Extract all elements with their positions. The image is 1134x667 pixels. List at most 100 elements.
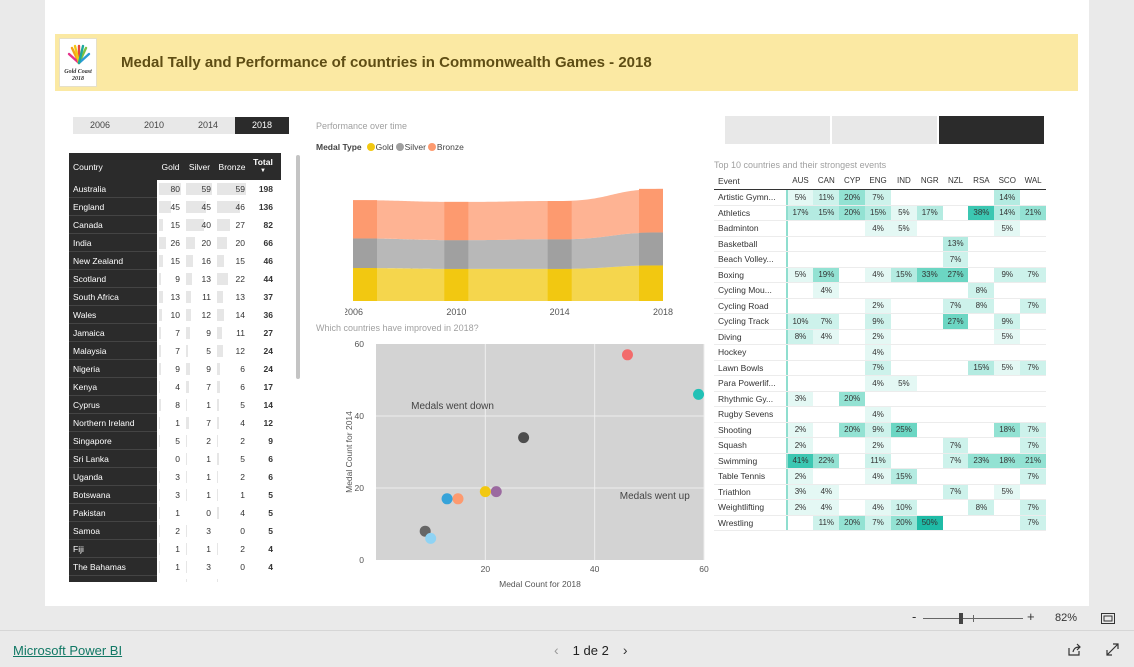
- col-total[interactable]: Total ▼: [249, 157, 277, 176]
- silver-cell: 45: [184, 198, 215, 216]
- col-silver[interactable]: Silver: [184, 162, 215, 172]
- country-col-can[interactable]: CAN: [813, 172, 839, 189]
- country-col-nzl[interactable]: NZL: [943, 172, 969, 189]
- power-bi-link[interactable]: Microsoft Power BI: [13, 643, 122, 658]
- table-row[interactable]: Fiji 1 1 2 4: [69, 540, 281, 558]
- table-row[interactable]: India 26 20 20 66: [69, 234, 281, 252]
- legend-item-bronze[interactable]: Bronze: [437, 142, 464, 152]
- zoom-in-button[interactable]: +: [1027, 609, 1035, 624]
- country-name: Wales: [69, 306, 157, 324]
- legend-item-silver[interactable]: Silver: [405, 142, 426, 152]
- table-row[interactable]: Jamaica 7 9 11 27: [69, 324, 281, 342]
- scatter-point[interactable]: [693, 388, 705, 400]
- area-marker-gold[interactable]: [547, 268, 572, 301]
- table-row[interactable]: Cameroon 0 1 2 3: [69, 576, 281, 582]
- col-bronze[interactable]: Bronze: [215, 162, 249, 172]
- total-cell: 136: [258, 202, 273, 212]
- table-row[interactable]: England 45 45 46 136: [69, 198, 281, 216]
- area-marker-bronze[interactable]: [444, 201, 469, 241]
- country-col-aus[interactable]: AUS: [788, 172, 814, 189]
- table-row[interactable]: Sri Lanka 0 1 5 6: [69, 450, 281, 468]
- table-row[interactable]: New Zealand 15 16 15 46: [69, 252, 281, 270]
- area-series-bronze[interactable]: [353, 188, 663, 241]
- table-row[interactable]: Canada 15 40 27 82: [69, 216, 281, 234]
- country-col-wal[interactable]: WAL: [1020, 172, 1046, 189]
- gold-cell: 1: [157, 504, 184, 522]
- fit-to-page-icon[interactable]: [1101, 613, 1115, 624]
- area-marker-bronze[interactable]: [547, 201, 572, 240]
- table-row[interactable]: Samoa 2 3 0 5: [69, 522, 281, 540]
- table-row[interactable]: Malaysia 7 5 12 24: [69, 342, 281, 360]
- event-header: Event: [718, 175, 740, 186]
- cell-value: 1: [175, 418, 180, 428]
- x-tick-label: 20: [481, 564, 491, 574]
- next-page-icon[interactable]: ›: [623, 642, 628, 658]
- share-icon[interactable]: [1067, 643, 1081, 656]
- area-marker-silver[interactable]: [444, 240, 469, 269]
- segment-button-3[interactable]: [939, 116, 1044, 144]
- table-body: Australia 80 59 59 198 England 45 45 46 136 Canada…: [69, 180, 281, 582]
- cell-value: 27: [235, 220, 245, 230]
- country-col-sco[interactable]: SCO: [994, 172, 1020, 189]
- year-button-2014[interactable]: 2014: [181, 117, 235, 134]
- prev-page-icon[interactable]: ‹: [554, 642, 559, 658]
- table-row[interactable]: Uganda 3 1 2 6: [69, 468, 281, 486]
- heat-cell: [968, 329, 995, 344]
- area-marker-gold[interactable]: [639, 265, 663, 301]
- legend-item-gold[interactable]: Gold: [376, 142, 394, 152]
- area-marker-bronze[interactable]: [353, 200, 377, 239]
- heat-cell: 7%: [813, 314, 840, 329]
- scatter-point[interactable]: [425, 532, 437, 544]
- zoom-slider-handle[interactable]: [959, 613, 963, 624]
- heat-cell: [968, 236, 995, 251]
- scatter-point[interactable]: [479, 486, 491, 498]
- country-col-rsa[interactable]: RSA: [968, 172, 994, 189]
- heat-cell: [839, 360, 866, 375]
- country-col-cyp[interactable]: CYP: [839, 172, 865, 189]
- table-row[interactable]: Pakistan 1 0 4 5: [69, 504, 281, 522]
- table-row[interactable]: South Africa 13 11 13 37: [69, 288, 281, 306]
- zoom-out-button[interactable]: -: [912, 609, 916, 624]
- area-marker-silver[interactable]: [547, 239, 572, 269]
- event-name: Table Tennis: [718, 471, 766, 482]
- country-col-ngr[interactable]: NGR: [917, 172, 943, 189]
- scatter-point[interactable]: [452, 493, 464, 505]
- cell-value: 6: [240, 364, 245, 374]
- table-row[interactable]: Kenya 4 7 6 17: [69, 378, 281, 396]
- area-marker-gold[interactable]: [353, 267, 377, 301]
- scatter-point[interactable]: [490, 486, 502, 498]
- year-button-2010[interactable]: 2010: [127, 117, 181, 134]
- zoom-level: 82%: [1055, 612, 1078, 624]
- fullscreen-icon[interactable]: [1106, 643, 1119, 656]
- table-row[interactable]: Scotland 9 13 22 44: [69, 270, 281, 288]
- segment-button-1[interactable]: [725, 116, 830, 144]
- table-row[interactable]: Australia 80 59 59 198: [69, 180, 281, 198]
- segment-button-2[interactable]: [832, 116, 937, 144]
- area-series-gold[interactable]: [353, 265, 663, 301]
- area-marker-gold[interactable]: [444, 268, 469, 301]
- heat-cell: [787, 252, 814, 267]
- heat-cell: 2%: [787, 422, 814, 437]
- country-col-eng[interactable]: ENG: [865, 172, 891, 189]
- table-row[interactable]: Wales 10 12 14 36: [69, 306, 281, 324]
- table-row[interactable]: Northern Ireland 1 7 4 12: [69, 414, 281, 432]
- area-marker-silver[interactable]: [639, 232, 663, 266]
- col-country[interactable]: Country: [69, 153, 157, 180]
- heat-cell: [839, 267, 866, 282]
- table-row[interactable]: The Bahamas 1 3 0 4: [69, 558, 281, 576]
- scatter-point[interactable]: [621, 349, 633, 361]
- table-row[interactable]: Singapore 5 2 2 9: [69, 432, 281, 450]
- table-row[interactable]: Botswana 3 1 1 5: [69, 486, 281, 504]
- area-marker-bronze[interactable]: [639, 188, 663, 233]
- table-row[interactable]: Cyprus 8 1 5 14: [69, 396, 281, 414]
- table-row[interactable]: Nigeria 9 9 6 24: [69, 360, 281, 378]
- col-gold[interactable]: Gold: [157, 162, 184, 172]
- country-col-ind[interactable]: IND: [891, 172, 917, 189]
- scatter-point[interactable]: [441, 493, 453, 505]
- year-button-2006[interactable]: 2006: [73, 117, 127, 134]
- heat-cell: [968, 267, 995, 282]
- year-button-2018[interactable]: 2018: [235, 117, 289, 134]
- scatter-point[interactable]: [518, 432, 530, 444]
- table-scrollbar[interactable]: [296, 155, 300, 379]
- area-marker-silver[interactable]: [353, 238, 377, 268]
